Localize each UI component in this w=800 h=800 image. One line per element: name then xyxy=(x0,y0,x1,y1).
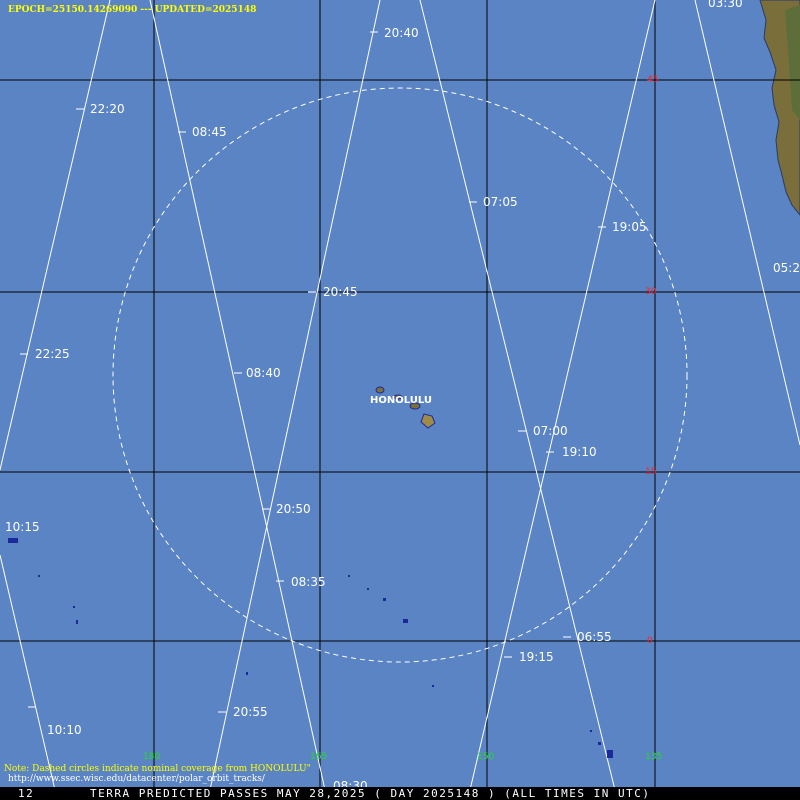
pass-time-label: 10:10 xyxy=(47,723,82,737)
epoch-header: EPOCH=25150.14269090 --- UPDATED=2025148 xyxy=(8,5,256,15)
island xyxy=(73,606,75,608)
island xyxy=(403,619,408,623)
longitude-label: 150 xyxy=(477,752,494,762)
longitude-label: 165 xyxy=(310,752,327,762)
island xyxy=(348,575,350,577)
pass-time-label: 06:55 xyxy=(577,630,612,644)
island xyxy=(38,575,40,577)
pass-time-label: 20:40 xyxy=(384,26,419,40)
pass-time-label: 22:20 xyxy=(90,102,125,116)
pass-time-label: 08:45 xyxy=(192,125,227,139)
pass-time-label: 20:45 xyxy=(323,285,358,299)
pass-time-label: 20:55 xyxy=(233,705,268,719)
longitude-label: 180 xyxy=(143,752,160,762)
island xyxy=(246,672,248,675)
island xyxy=(8,538,18,543)
pass-time-label: 03:30 xyxy=(708,0,743,10)
pass-time-label: 08:35 xyxy=(291,575,326,589)
source-url: http://www.ssec.wisc.edu/datacenter/pola… xyxy=(8,774,266,784)
status-text: TERRA PREDICTED PASSES MAY 28,2025 ( DAY… xyxy=(90,787,650,800)
pass-time-label: 05:2 xyxy=(773,261,800,275)
coverage-note: Note: Dashed circles indicate nominal co… xyxy=(4,764,311,774)
island xyxy=(76,620,78,624)
pass-time-label: 20:50 xyxy=(276,502,311,516)
longitude-label: 135 xyxy=(645,752,662,762)
page-number: 12 xyxy=(18,787,34,800)
latitude-label: 0 xyxy=(647,636,653,646)
island xyxy=(598,742,601,745)
island-kauai xyxy=(375,386,385,394)
orbit-track-map: HONOLULU 45 30 15 0 180 165 150 135 20:4… xyxy=(0,0,800,800)
pass-time-label: 22:25 xyxy=(35,347,70,361)
island xyxy=(432,685,434,687)
pass-time-label: 07:05 xyxy=(483,195,518,209)
station-label: HONOLULU xyxy=(370,395,432,406)
pass-time-label: 19:10 xyxy=(562,445,597,459)
pass-time-label: 07:00 xyxy=(533,424,568,438)
island xyxy=(607,750,613,758)
pass-time-label: 10:15 xyxy=(5,520,40,534)
latitude-label: 30 xyxy=(645,287,657,297)
map-viewport: HONOLULU 45 30 15 0 180 165 150 135 20:4… xyxy=(0,0,800,800)
pass-time-label: 19:15 xyxy=(519,650,554,664)
island xyxy=(383,598,386,601)
latitude-label: 45 xyxy=(647,75,658,85)
island xyxy=(590,730,592,732)
latitude-label: 15 xyxy=(645,467,656,477)
pass-time-label: 08:40 xyxy=(246,366,281,380)
island xyxy=(367,588,369,590)
pass-time-label: 19:05 xyxy=(612,220,647,234)
